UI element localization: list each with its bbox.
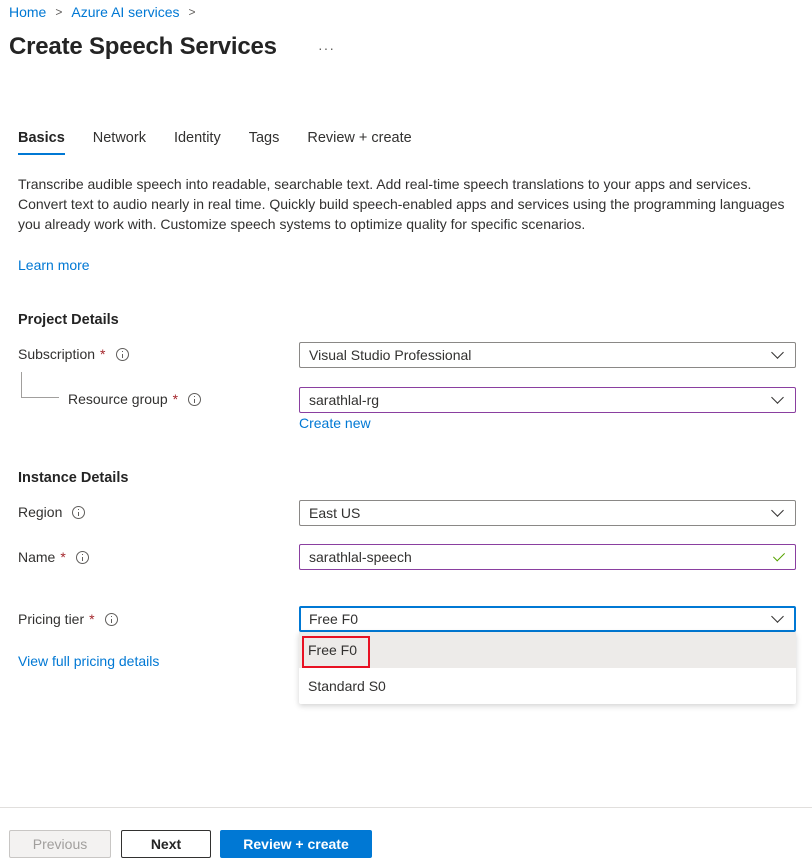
resource-group-label: Resource group * <box>68 391 202 407</box>
previous-button[interactable]: Previous <box>9 830 111 858</box>
tree-connector-line <box>21 397 59 398</box>
pricing-tier-label-text: Pricing tier <box>18 611 85 627</box>
tab-network[interactable]: Network <box>93 130 146 154</box>
chevron-right-icon: > <box>55 5 63 19</box>
breadcrumb-home[interactable]: Home <box>9 4 46 20</box>
chevron-right-icon: > <box>188 5 196 19</box>
resource-group-select[interactable]: sarathlal-rg <box>299 387 796 413</box>
info-icon[interactable] <box>104 612 118 626</box>
breadcrumb-azure-ai-services[interactable]: Azure AI services <box>71 4 179 20</box>
breadcrumb: Home > Azure AI services > <box>9 4 205 20</box>
subscription-select[interactable]: Visual Studio Professional <box>299 342 796 368</box>
info-icon[interactable] <box>75 550 89 564</box>
required-asterisk: * <box>100 346 106 362</box>
info-icon[interactable] <box>188 392 202 406</box>
chevron-down-icon <box>771 610 784 623</box>
region-value: East US <box>309 505 361 521</box>
checkmark-icon <box>772 548 786 562</box>
resource-group-label-text: Resource group <box>68 391 168 407</box>
tree-connector-line <box>21 372 22 397</box>
tab-bar: Basics Network Identity Tags Review + cr… <box>18 130 440 155</box>
tab-review-create[interactable]: Review + create <box>307 130 411 154</box>
name-label: Name * <box>18 549 89 565</box>
view-pricing-link[interactable]: View full pricing details <box>18 653 159 669</box>
required-asterisk: * <box>172 391 179 407</box>
tab-identity[interactable]: Identity <box>174 130 221 154</box>
pricing-tier-select[interactable]: Free F0 <box>299 606 796 632</box>
tab-tags[interactable]: Tags <box>249 130 280 154</box>
chevron-down-icon <box>771 504 784 517</box>
name-label-text: Name <box>18 549 56 565</box>
info-icon[interactable] <box>115 347 129 361</box>
name-value: sarathlal-speech <box>309 549 412 565</box>
region-label: Region <box>18 504 86 520</box>
pricing-option-standard-s0[interactable]: Standard S0 <box>299 668 796 704</box>
resource-group-value: sarathlal-rg <box>309 392 380 408</box>
pricing-tier-value: Free F0 <box>309 611 359 627</box>
tab-basics[interactable]: Basics <box>18 130 65 155</box>
subscription-value: Visual Studio Professional <box>309 347 472 363</box>
create-new-link[interactable]: Create new <box>299 415 371 431</box>
footer-divider <box>0 807 812 808</box>
highlight-box <box>302 636 370 668</box>
service-description: Transcribe audible speech into readable,… <box>18 176 785 232</box>
pricing-option-free-f0[interactable]: Free F0 <box>299 632 796 668</box>
info-icon[interactable] <box>72 505 86 519</box>
next-button[interactable]: Next <box>121 830 211 858</box>
required-asterisk: * <box>60 549 66 565</box>
subscription-label-text: Subscription <box>18 346 96 362</box>
chevron-down-icon <box>771 391 784 404</box>
learn-more-link[interactable]: Learn more <box>18 257 90 273</box>
name-input[interactable]: sarathlal-speech <box>299 544 796 570</box>
region-select[interactable]: East US <box>299 500 796 526</box>
review-create-button[interactable]: Review + create <box>220 830 372 858</box>
pricing-tier-dropdown: Free F0 Standard S0 <box>299 632 796 704</box>
required-asterisk: * <box>89 611 95 627</box>
more-options-icon[interactable]: ··· <box>318 40 335 56</box>
option-label: Standard S0 <box>308 678 386 694</box>
region-label-text: Region <box>18 504 63 520</box>
chevron-down-icon <box>771 346 784 359</box>
page-title: Create Speech Services <box>9 33 277 60</box>
project-details-heading: Project Details <box>18 312 119 328</box>
pricing-tier-label: Pricing tier * <box>18 611 118 627</box>
instance-details-heading: Instance Details <box>18 470 129 486</box>
subscription-label: Subscription * <box>18 346 129 362</box>
